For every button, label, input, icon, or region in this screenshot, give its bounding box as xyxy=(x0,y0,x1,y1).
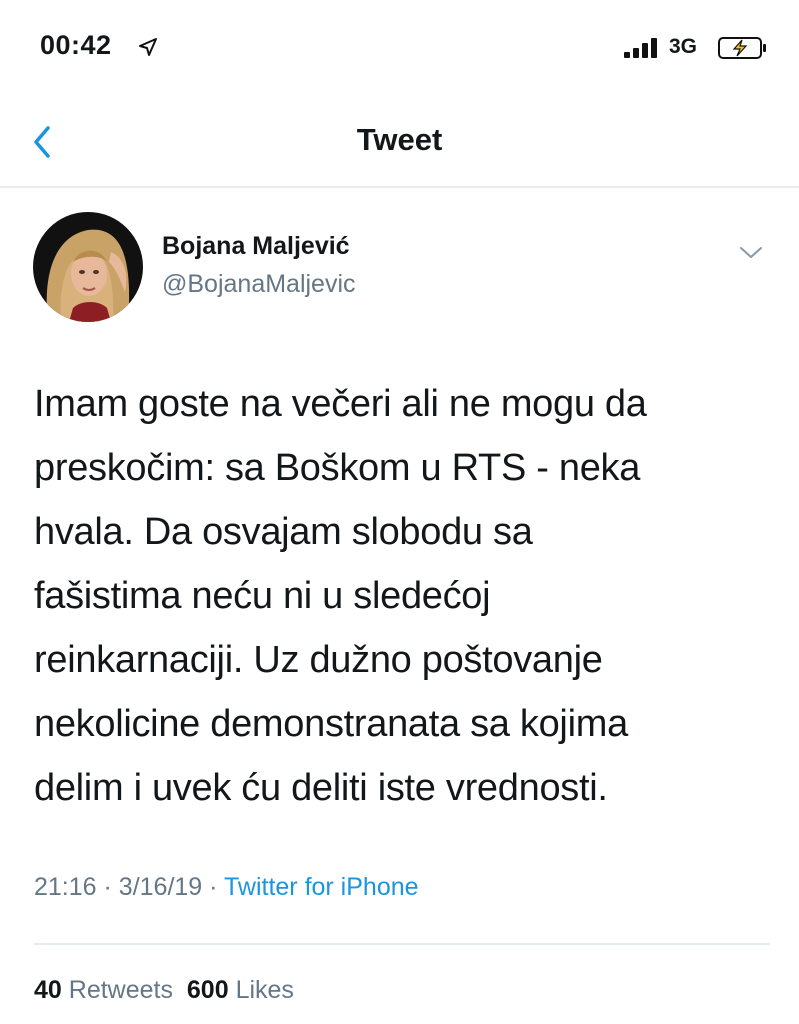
tweet-meta: 21:16 · 3/16/19 · Twitter for iPhone xyxy=(34,873,419,902)
status-time: 00:42 xyxy=(40,30,112,60)
author-display-name[interactable]: Bojana Maljević xyxy=(162,232,350,261)
tweet-source-link[interactable]: Twitter for iPhone xyxy=(224,873,419,901)
tweet-text-line: fašistima neću ni u sledećoj xyxy=(34,575,491,617)
meta-separator: · xyxy=(209,873,218,901)
tweet-text-line: nekolicine demonstranata sa kojima xyxy=(34,703,628,745)
likes-stat[interactable]: 600 Likes xyxy=(187,976,294,1004)
tweet-time: 21:16 xyxy=(34,873,97,901)
retweet-label: Retweets xyxy=(68,976,173,1004)
avatar[interactable] xyxy=(33,212,143,322)
divider xyxy=(34,943,770,945)
page-title: Tweet xyxy=(356,122,443,157)
author-handle[interactable]: @BojanaMaljevic xyxy=(162,270,356,299)
chevron-down-icon xyxy=(740,247,762,258)
retweets-stat[interactable]: 40 Retweets xyxy=(34,976,173,1004)
meta-separator: · xyxy=(103,873,112,901)
tweet-text-line: delim i uvek ću deliti iste vrednosti. xyxy=(34,767,608,809)
like-label: Likes xyxy=(235,976,294,1004)
like-count: 600 xyxy=(186,976,229,1004)
retweet-count: 40 xyxy=(34,976,62,1004)
cellular-signal-icon xyxy=(624,38,657,58)
profile-photo xyxy=(33,212,143,322)
tweet-date: 3/16/19 xyxy=(118,873,203,901)
tweet-text-line: reinkarnaciji. Uz dužno poštovanje xyxy=(34,639,603,681)
location-arrow-icon xyxy=(139,38,157,56)
tweet-text-line: preskočim: sa Boškom u RTS - neka xyxy=(34,447,641,489)
tweet-text-line: Imam goste na večeri ali ne mogu da xyxy=(34,383,647,425)
tweet-text-line: hvala. Da osvajam slobodu sa xyxy=(34,511,533,553)
battery-charging-icon xyxy=(718,37,766,59)
tweet-menu-button[interactable] xyxy=(736,240,766,264)
tweet-text: Imam goste na večeri ali ne mogu da pres… xyxy=(34,372,764,820)
nav-bar: Tweet xyxy=(0,100,799,188)
network-type: 3G xyxy=(669,35,698,58)
status-bar: 00:42 3G xyxy=(0,0,799,90)
tweet-stats: 40 Retweets 600 Likes xyxy=(34,976,294,1005)
